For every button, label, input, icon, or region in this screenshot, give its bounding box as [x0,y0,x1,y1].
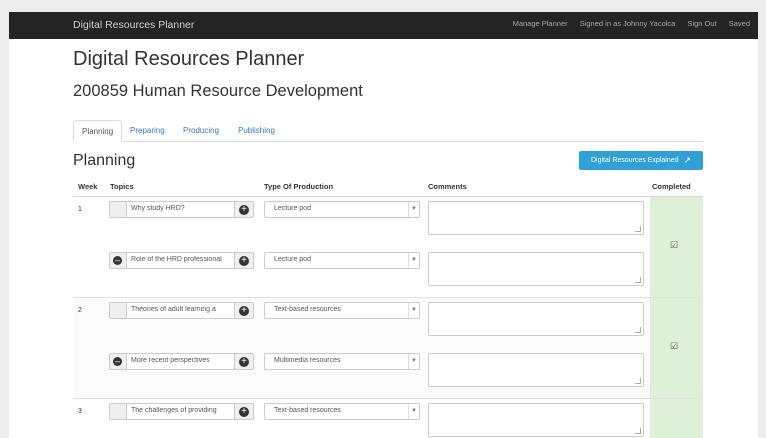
topic-addon [110,404,127,419]
external-link-icon: ↗ [683,154,692,165]
completed-cell: ☑ [650,298,703,398]
chevron-down-icon: ▼ [408,354,419,369]
chevron-down-icon: ▼ [408,404,419,419]
plus-circle-icon: + [239,407,249,417]
production-type-select[interactable]: Lecture pod ▼ [264,201,420,218]
topic-text: Why study HRD? [131,205,185,212]
topic-row: The challenges of providing + Text-based… [73,399,650,438]
column-header-topics: Topics [110,182,134,191]
plus-circle-icon: + [239,256,249,266]
tab-bar: Planning Preparing Producing Publishing [73,118,703,142]
production-type-value: Text-based resources [274,407,341,414]
comment-textarea[interactable] [428,302,644,336]
tab-planning[interactable]: Planning [73,120,123,142]
comment-textarea[interactable] [428,252,644,286]
week-row: 3 The challenges of providing + Text-bas… [73,399,703,438]
comment-textarea[interactable] [428,201,644,235]
resize-handle-icon[interactable] [635,378,641,384]
column-header-week: Week [78,182,98,191]
explain-button-label: Digital Resources Explained [590,157,679,164]
topic-text: Theories of adult learning a [131,306,216,313]
resize-handle-icon[interactable] [635,277,641,283]
topic-addon [110,303,127,318]
add-topic-button[interactable]: + [234,252,254,269]
checkbox-checked-icon[interactable]: ☑ [670,341,678,352]
minus-circle-icon[interactable]: – [113,357,122,366]
resize-handle-icon[interactable] [635,226,641,232]
resize-handle-icon[interactable] [635,327,641,333]
signed-in-user: Signed in as Johnny Yacolca [579,19,676,28]
topic-row: – More recent perspectives + Multimedia … [73,349,650,389]
course-title: 200859 Human Resource Development [73,82,363,100]
topic-row: Why study HRD? + Lecture pod ▼ [73,197,650,237]
section-title: Planning [73,152,136,169]
topic-text: Role of the HRD professional [131,256,222,263]
plus-circle-icon: + [239,357,249,367]
resize-handle-icon[interactable] [635,428,641,434]
navbar: Digital Resources Planner Manage Planner… [9,12,758,39]
production-type-select[interactable]: Text-based resources ▼ [264,403,420,420]
navbar-links: Manage Planner Signed in as Johnny Yacol… [513,19,758,28]
week-row: 2 ☑ Theories of adult learning a + Text-… [73,298,703,399]
topic-input[interactable]: Why study HRD? [109,201,235,218]
topic-text: The challenges of providing [131,407,217,414]
production-type-value: Text-based resources [274,306,341,313]
table-header: Week Topics Type Of Production Comments … [73,178,703,197]
digital-resources-explained-button[interactable]: Digital Resources Explained ↗ [579,151,703,170]
production-type-select[interactable]: Multimedia resources ▼ [264,353,420,370]
add-topic-button[interactable]: + [234,201,254,218]
topic-input[interactable]: – Role of the HRD professional [109,252,235,269]
topic-row: – Role of the HRD professional + Lecture… [73,248,650,288]
minus-circle-icon[interactable]: – [113,256,122,265]
production-type-value: Multimedia resources [274,357,341,364]
production-type-select[interactable]: Text-based resources ▼ [264,302,420,319]
checkbox-checked-icon[interactable]: ☑ [670,240,678,251]
navbar-brand[interactable]: Digital Resources Planner [73,19,194,31]
topic-addon: – [110,253,127,268]
chevron-down-icon: ▼ [408,303,419,318]
topic-row: Theories of adult learning a + Text-base… [73,298,650,338]
sign-out-link[interactable]: Sign Out [687,19,716,28]
manage-planner-link[interactable]: Manage Planner [513,19,568,28]
chevron-down-icon: ▼ [408,253,419,268]
tab-producing[interactable]: Producing [175,120,227,141]
week-row: 1 ☑ Why study HRD? + Lecture pod ▼ – Rol… [73,197,703,298]
page-title: Digital Resources Planner [73,48,305,70]
topic-addon [110,202,127,217]
add-topic-button[interactable]: + [234,302,254,319]
comment-textarea[interactable] [428,403,644,437]
topic-input[interactable]: – More recent perspectives [109,353,235,370]
topic-input[interactable]: Theories of adult learning a [109,302,235,319]
topic-addon: – [110,354,127,369]
add-topic-button[interactable]: + [234,403,254,420]
topic-input[interactable]: The challenges of providing [109,403,235,420]
planning-table: Week Topics Type Of Production Comments … [73,178,703,438]
column-header-comments: Comments [428,182,467,191]
column-header-type: Type Of Production [264,182,334,191]
chevron-down-icon: ▼ [408,202,419,217]
plus-circle-icon: + [239,306,249,316]
plus-circle-icon: + [239,205,249,215]
production-type-value: Lecture pod [274,256,311,263]
completed-cell[interactable] [650,399,703,438]
production-type-value: Lecture pod [274,205,311,212]
save-status: Saved [728,19,750,28]
app-window: Digital Resources Planner Manage Planner… [9,12,758,438]
topic-text: More recent perspectives [131,357,210,364]
tab-preparing[interactable]: Preparing [122,120,173,141]
production-type-select[interactable]: Lecture pod ▼ [264,252,420,269]
column-header-completed: Completed [652,182,691,191]
comment-textarea[interactable] [428,353,644,387]
tab-publishing[interactable]: Publishing [230,120,283,141]
add-topic-button[interactable]: + [234,353,254,370]
completed-cell: ☑ [650,197,703,297]
